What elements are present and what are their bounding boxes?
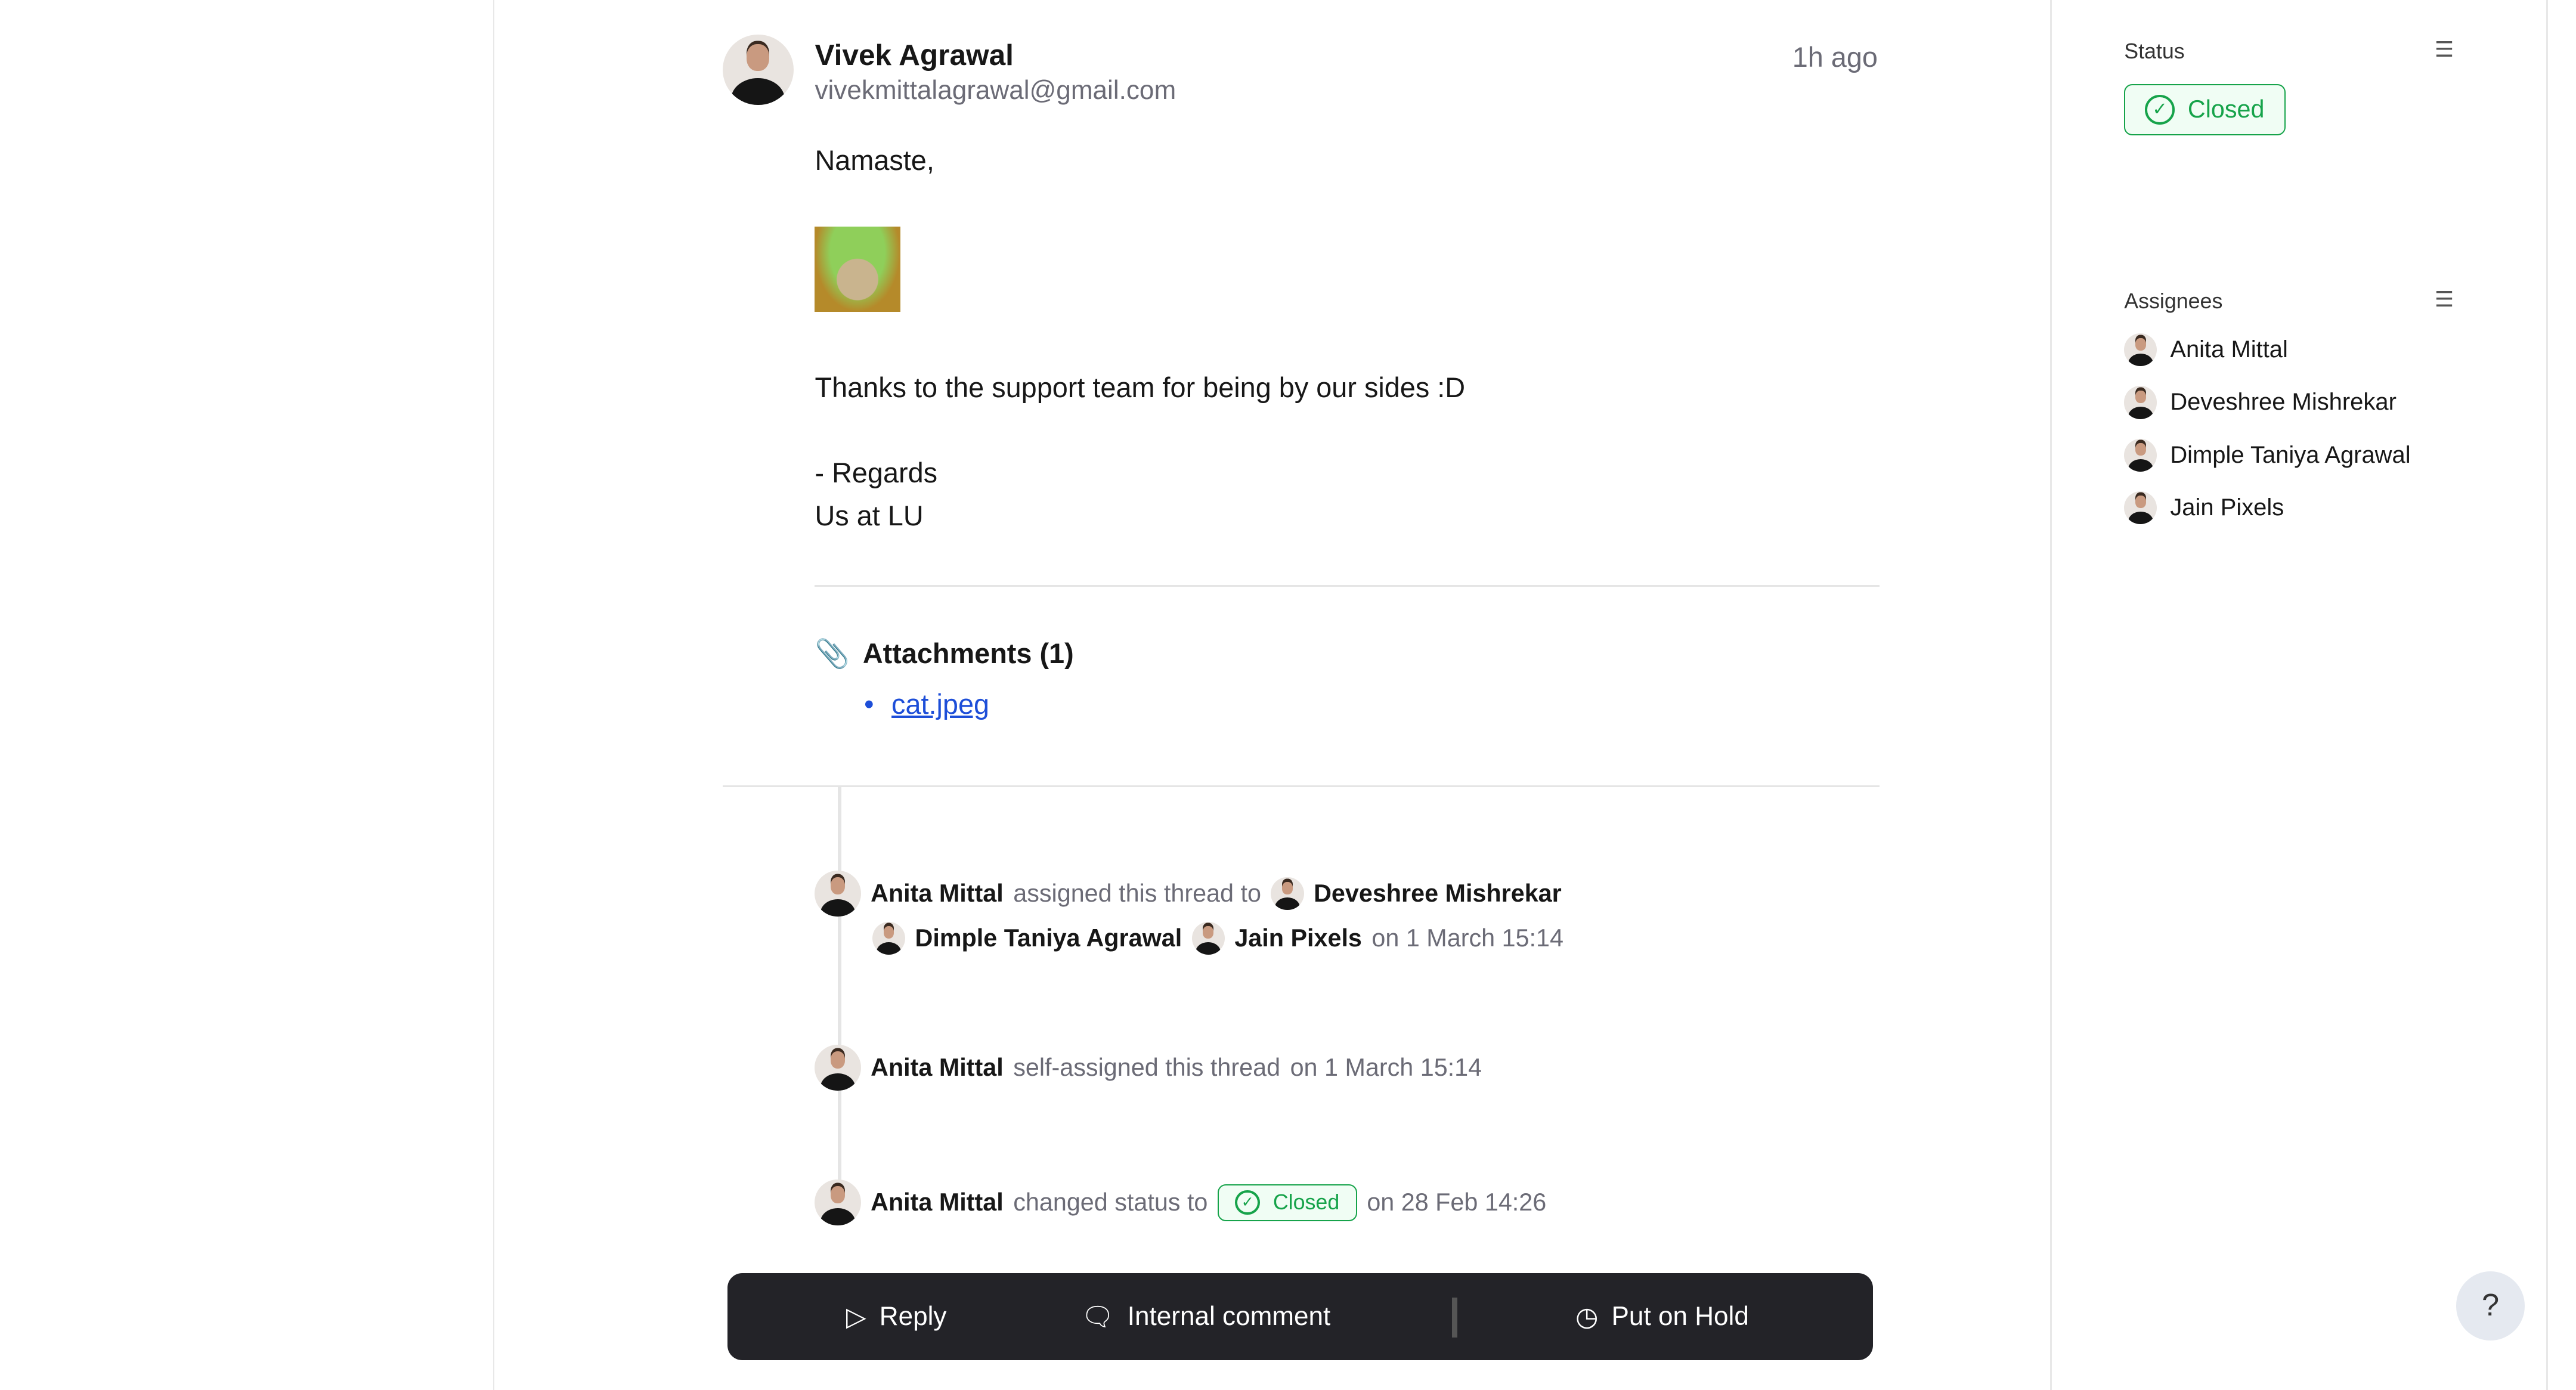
actor-name: Anita Mittal	[871, 880, 1004, 908]
status-value: Closed	[2187, 95, 2265, 123]
avatar	[872, 921, 905, 955]
clock-icon: ◷	[1575, 1302, 1599, 1332]
target-name: Deveshree Mishrekar	[1314, 880, 1562, 908]
sender-email: vivekmittalagrawal@gmail.com	[815, 75, 1176, 105]
event-action: changed status to	[1013, 1188, 1208, 1216]
divider	[815, 584, 1880, 587]
avatar	[2124, 491, 2157, 524]
divider	[2050, 0, 2052, 1390]
event-time: on 1 March 15:14	[1371, 924, 1563, 952]
timeline-event-cont: Dimple Taniya Agrawal Jain Pixels on 1 M…	[872, 921, 1563, 955]
reply-label: Reply	[879, 1302, 947, 1332]
status-label: Status	[2124, 39, 2185, 64]
attachments-header: 📎 Attachments (1)	[815, 637, 1073, 670]
assignees-label: Assignees	[2124, 289, 2223, 313]
divider	[723, 785, 1880, 787]
internal-comment-button[interactable]: 🗨 Internal comment	[1081, 1273, 1331, 1360]
put-on-hold-button[interactable]: ◷ Put on Hold	[1575, 1273, 1749, 1360]
status-text: Closed	[1272, 1190, 1340, 1215]
settings-sliders-icon[interactable]: ☰	[2435, 287, 2454, 312]
avatar	[2124, 333, 2157, 367]
message-body: Thanks to the support team for being by …	[815, 372, 1466, 403]
sender-name: Vivek Agrawal	[815, 38, 1014, 72]
attachments-title: Attachments (1)	[862, 637, 1074, 669]
target-name: Dimple Taniya Agrawal	[915, 924, 1182, 952]
event-action: assigned this thread to	[1013, 880, 1261, 908]
help-button[interactable]: ?	[2456, 1271, 2525, 1341]
divider	[1452, 1298, 1457, 1338]
event-time: on 1 March 15:14	[1290, 1054, 1482, 1082]
comment-icon: 🗨	[1080, 1302, 1114, 1332]
actor-name: Anita Mittal	[871, 1054, 1004, 1082]
attachment-item: • cat.jpeg	[864, 689, 990, 720]
timeline-event: Anita Mittal assigned this thread to Dev…	[815, 871, 1562, 917]
divider	[493, 0, 495, 1390]
avatar	[2124, 386, 2157, 419]
reply-button[interactable]: ▷ Reply	[846, 1273, 947, 1360]
target-name: Jain Pixels	[1234, 924, 1362, 952]
timeline-event: Anita Mittal changed status to ✓ Closed o…	[815, 1180, 1547, 1226]
attachment-link[interactable]: cat.jpeg	[891, 689, 989, 720]
assignee-name: Dimple Taniya Agrawal	[2170, 441, 2411, 468]
assignee-item: Anita Mittal	[2124, 333, 2288, 367]
status-dropdown[interactable]: ✓ Closed	[2124, 83, 2286, 136]
settings-sliders-icon[interactable]: ☰	[2435, 38, 2454, 62]
cat-image[interactable]	[815, 227, 900, 312]
avatar	[2124, 438, 2157, 472]
greeting: Namaste,	[815, 145, 934, 177]
actor-name: Anita Mittal	[871, 1188, 1004, 1216]
avatar	[815, 1045, 861, 1091]
check-circle-icon: ✓	[2145, 95, 2175, 125]
assignee-item: Jain Pixels	[2124, 491, 2284, 524]
assignee-name: Deveshree Mishrekar	[2170, 389, 2397, 416]
avatar	[815, 1180, 861, 1226]
signature-team: Us at LU	[815, 500, 924, 531]
timeline-event: Anita Mittal self-assigned this thread o…	[815, 1045, 1482, 1091]
status-badge: ✓ Closed	[1217, 1184, 1357, 1221]
hold-label: Put on Hold	[1611, 1302, 1749, 1332]
event-action: self-assigned this thread	[1013, 1054, 1281, 1082]
timeline-line	[838, 787, 841, 1218]
event-time: on 28 Feb 14:26	[1367, 1188, 1547, 1216]
assignee-name: Anita Mittal	[2170, 336, 2288, 363]
assignee-item: Dimple Taniya Agrawal	[2124, 438, 2411, 472]
avatar	[1191, 921, 1225, 955]
avatar	[815, 871, 861, 917]
assignee-name: Jain Pixels	[2170, 494, 2284, 521]
assignee-item: Deveshree Mishrekar	[2124, 386, 2397, 419]
action-bar: ▷ Reply 🗨 Internal comment ◷ Put on Hold	[727, 1273, 1873, 1361]
sender-avatar	[723, 34, 794, 106]
paperclip-icon: 📎	[815, 637, 850, 669]
message-time: 1h ago	[1792, 41, 1878, 73]
avatar	[1271, 877, 1304, 911]
divider	[2546, 0, 2548, 1390]
check-circle-icon: ✓	[1235, 1190, 1260, 1215]
comment-label: Internal comment	[1127, 1302, 1331, 1332]
send-icon: ▷	[846, 1302, 866, 1332]
signature-regards: - Regards	[815, 457, 938, 488]
